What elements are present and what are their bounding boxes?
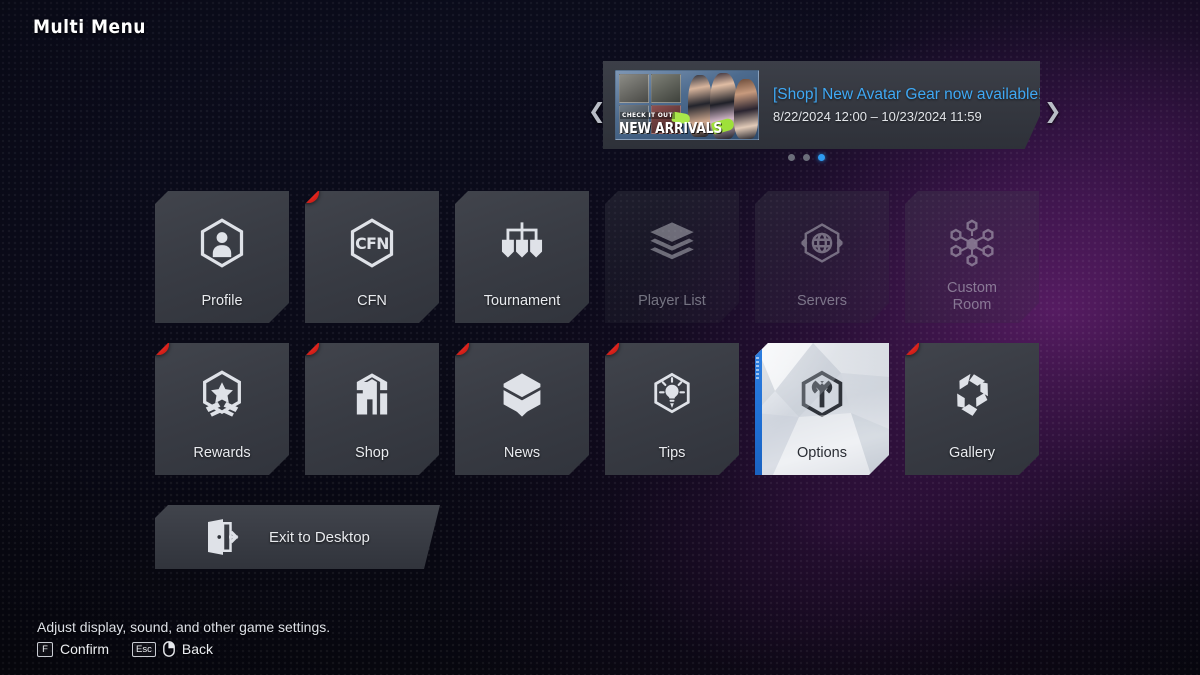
- servers-icon: [796, 217, 848, 269]
- tips-icon: [646, 369, 698, 421]
- menu-tile-label: News: [503, 444, 541, 461]
- banner-thumbnail: CHECK IT OUT NEW ARRIVALS: [615, 70, 759, 140]
- shop-icon: [346, 369, 398, 421]
- cfn-icon: CFN: [346, 217, 398, 269]
- thumbnail-title: NEW ARRIVALS: [619, 119, 723, 137]
- chevron-right-icon[interactable]: ❯: [1044, 101, 1062, 123]
- carousel-banner[interactable]: CHECK IT OUT NEW ARRIVALS [Shop] New Ava…: [603, 61, 1040, 149]
- banner-title: [Shop] New Avatar Gear now available!: [773, 86, 1043, 103]
- gallery-icon: [946, 369, 998, 421]
- notification-badge: [298, 334, 319, 355]
- carousel-dots: [788, 154, 825, 161]
- page-title: Multi Menu: [33, 16, 146, 38]
- exit-to-desktop-label: Exit to Desktop: [269, 528, 370, 546]
- key-f: F: [37, 641, 53, 657]
- menu-tile-label: Servers: [797, 292, 847, 309]
- menu-row-1: Profile CFN CFN Tournament Player List S…: [155, 191, 1045, 323]
- thumbnail-kicker: CHECK IT OUT: [620, 112, 675, 119]
- news-carousel: ❮ ❯ CHECK IT OUT NEW ARRIVALS [Shop] New…: [586, 61, 1066, 169]
- menu-tile-label: Options: [797, 444, 847, 461]
- menu-tile-custom-room[interactable]: Custom Room: [905, 191, 1039, 323]
- menu-tile-shop[interactable]: Shop: [305, 343, 439, 475]
- menu-tile-label: Tournament: [483, 292, 561, 309]
- menu-tile-label: Rewards: [193, 444, 251, 461]
- exit-door-icon: [203, 517, 243, 557]
- menu-tile-label: Custom Room: [905, 275, 1039, 319]
- menu-row-2: Rewards Shop News Tips Options Gallery: [155, 343, 1045, 475]
- menu-tile-servers[interactable]: Servers: [755, 191, 889, 323]
- menu-tile-label: CFN: [357, 292, 387, 309]
- menu-tile-rewards[interactable]: Rewards: [155, 343, 289, 475]
- menu-tile-label-line1: Custom: [947, 280, 997, 296]
- news-icon: [496, 369, 548, 421]
- carousel-dot[interactable]: [803, 154, 810, 161]
- menu-tile-options[interactable]: Options: [755, 343, 889, 475]
- notification-badge: [598, 334, 619, 355]
- exit-to-desktop-button[interactable]: Exit to Desktop: [155, 505, 440, 569]
- menu-tile-label: Shop: [355, 444, 389, 461]
- menu-tile-player-list[interactable]: Player List: [605, 191, 739, 323]
- menu-tile-label: Tips: [658, 444, 686, 461]
- menu-tile-gallery[interactable]: Gallery: [905, 343, 1039, 475]
- svg-text:CFN: CFN: [355, 234, 389, 253]
- hint-back-label: Back: [181, 641, 213, 657]
- notification-badge: [898, 334, 919, 355]
- menu-tile-tournament[interactable]: Tournament: [455, 191, 589, 323]
- context-description: Adjust display, sound, and other game se…: [37, 619, 331, 635]
- menu-tile-label: Profile: [201, 292, 243, 309]
- key-esc: Esc: [132, 641, 156, 657]
- chevron-left-icon[interactable]: ❮: [588, 101, 606, 123]
- banner-date-range: 8/22/2024 12:00 – 10/23/2024 11:59: [773, 109, 982, 124]
- carousel-dot-active[interactable]: [818, 154, 825, 161]
- menu-grid: Profile CFN CFN Tournament Player List S…: [155, 191, 1045, 475]
- rewards-icon: [196, 369, 248, 421]
- menu-tile-label: Gallery: [949, 444, 995, 461]
- key-hints: F Confirm Esc Back: [37, 641, 213, 657]
- tournament-icon: [496, 217, 548, 269]
- menu-tile-news[interactable]: News: [455, 343, 589, 475]
- hint-confirm-label: Confirm: [60, 641, 110, 657]
- menu-tile-profile[interactable]: Profile: [155, 191, 289, 323]
- player-list-icon: [646, 217, 698, 269]
- notification-badge: [448, 334, 469, 355]
- menu-tile-tips[interactable]: Tips: [605, 343, 739, 475]
- menu-tile-cfn[interactable]: CFN CFN: [305, 191, 439, 323]
- carousel-dot[interactable]: [788, 154, 795, 161]
- options-icon: [796, 369, 848, 421]
- custom-room-icon: [946, 217, 998, 269]
- profile-icon: [196, 217, 248, 269]
- menu-tile-label: Player List: [638, 292, 706, 309]
- mouse-right-click-icon: [162, 641, 175, 657]
- menu-tile-label-line2: Room: [952, 297, 992, 313]
